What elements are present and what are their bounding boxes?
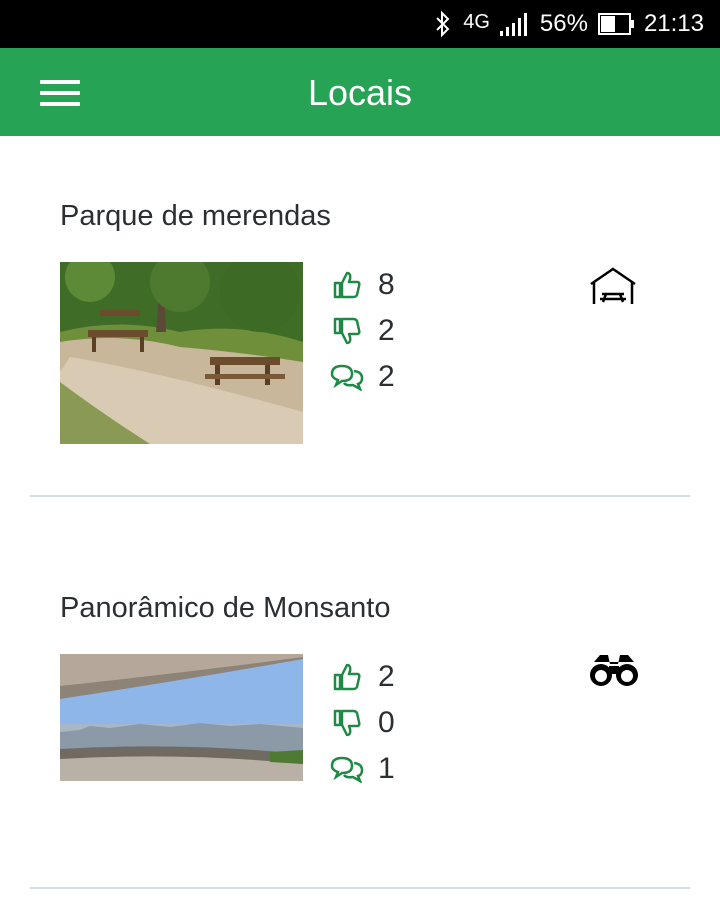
likes-row[interactable]: 8 xyxy=(330,262,395,308)
divider xyxy=(30,887,690,889)
dislikes-row[interactable]: 0 xyxy=(330,700,395,746)
place-title: Parque de merendas xyxy=(60,200,331,232)
page-title: Locais xyxy=(307,72,413,113)
picnic-park-photo[interactable] xyxy=(60,262,303,444)
thumbs-down-icon xyxy=(330,314,364,348)
panoramic-view-photo[interactable] xyxy=(60,654,303,781)
comments-count: 1 xyxy=(378,752,395,785)
binoculars-icon xyxy=(588,652,640,693)
likes-row[interactable]: 2 xyxy=(330,654,395,700)
clock: 21:13 xyxy=(643,10,704,37)
likes-count: 8 xyxy=(378,268,395,301)
app-bar: Locais xyxy=(0,48,720,136)
status-bar: 4G 56% 21:13 xyxy=(0,0,720,48)
network-type: 4G xyxy=(463,10,490,33)
comments-row[interactable]: 1 xyxy=(330,746,395,792)
bluetooth-icon xyxy=(433,10,453,38)
comments-row[interactable]: 2 xyxy=(330,354,395,400)
thumbs-up-icon xyxy=(330,660,364,694)
dislikes-row[interactable]: 2 xyxy=(330,308,395,354)
comments-icon xyxy=(330,360,364,394)
battery-icon xyxy=(597,13,634,35)
comments-count: 2 xyxy=(378,360,395,393)
signal-icon xyxy=(499,12,530,36)
thumbs-down-icon xyxy=(330,706,364,740)
comments-icon xyxy=(330,752,364,786)
place-title: Panorâmico de Monsanto xyxy=(60,592,391,624)
likes-count: 2 xyxy=(378,660,395,693)
dislikes-count: 2 xyxy=(378,314,395,347)
thumbs-up-icon xyxy=(330,268,364,302)
dislikes-count: 0 xyxy=(378,706,395,739)
picnic-shelter-icon xyxy=(588,266,638,311)
divider xyxy=(30,495,690,497)
battery-percent: 56% xyxy=(539,10,588,37)
